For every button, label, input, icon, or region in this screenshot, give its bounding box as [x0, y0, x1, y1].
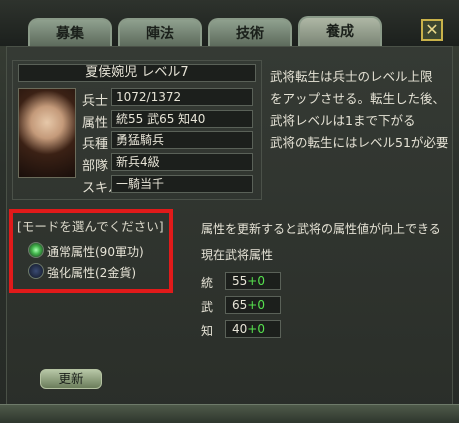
label-attributes: 属性	[82, 116, 109, 131]
training-panel: 募集 陣法 技術 養成 ✕ 夏侯婉児 レベル7 兵士 1072/1372 属性 …	[0, 0, 459, 423]
stat-war: 65+0	[225, 296, 281, 314]
radio-enhanced-attribute-label[interactable]: 強化属性(2金貨)	[47, 264, 136, 281]
current-attr-title: 現在武将属性	[201, 248, 274, 262]
value-troop-type: 勇猛騎兵	[111, 131, 253, 149]
bottom-bar	[0, 404, 459, 423]
attr-update-hint: 属性を更新すると武将の属性値が向上できる	[201, 222, 441, 236]
tab-training[interactable]: 養成	[298, 16, 382, 46]
mode-title: [モードを選んでください]	[17, 219, 164, 234]
tab-recruit[interactable]: 募集	[28, 18, 112, 46]
tab-formation[interactable]: 陣法	[118, 18, 202, 46]
stat-command-value: 55	[232, 274, 248, 288]
radio-enhanced-attribute[interactable]	[28, 263, 44, 279]
stat-intellect-value: 40	[232, 322, 248, 336]
value-skill: 一騎当千	[111, 175, 253, 193]
label-unit: 部隊	[82, 159, 109, 174]
info-line-2: をアップさせる。転生した後、	[270, 91, 446, 106]
stat-label-war: 武	[201, 300, 214, 314]
radio-normal-attribute[interactable]	[28, 242, 44, 258]
update-button[interactable]: 更新	[40, 369, 102, 389]
value-attributes: 統55 武65 知40	[111, 110, 253, 128]
stat-label-intellect: 知	[201, 324, 214, 338]
stat-command-plus: +0	[247, 274, 265, 288]
close-icon[interactable]: ✕	[421, 19, 443, 41]
label-troop-type: 兵種	[82, 137, 109, 152]
hero-name: 夏侯婉児 レベル7	[18, 64, 256, 82]
stat-label-command: 統	[201, 276, 214, 290]
label-soldiers: 兵士	[82, 94, 109, 109]
stat-war-plus: +0	[247, 298, 265, 312]
tab-technology[interactable]: 技術	[208, 18, 292, 46]
radio-normal-attribute-label[interactable]: 通常属性(90軍功)	[47, 243, 144, 260]
value-unit: 新兵4級	[111, 153, 253, 171]
info-line-4: 武将の転生にはレベル51が必要	[270, 135, 449, 150]
value-soldiers: 1072/1372	[111, 88, 253, 106]
hero-portrait	[18, 88, 76, 178]
stat-intellect-plus: +0	[247, 322, 265, 336]
stat-intellect: 40+0	[225, 320, 281, 338]
info-line-1: 武将転生は兵士のレベル上限	[270, 69, 433, 84]
stat-war-value: 65	[232, 298, 248, 312]
info-line-3: 武将レベルは1まで下がる	[270, 113, 416, 128]
stat-command: 55+0	[225, 272, 281, 290]
